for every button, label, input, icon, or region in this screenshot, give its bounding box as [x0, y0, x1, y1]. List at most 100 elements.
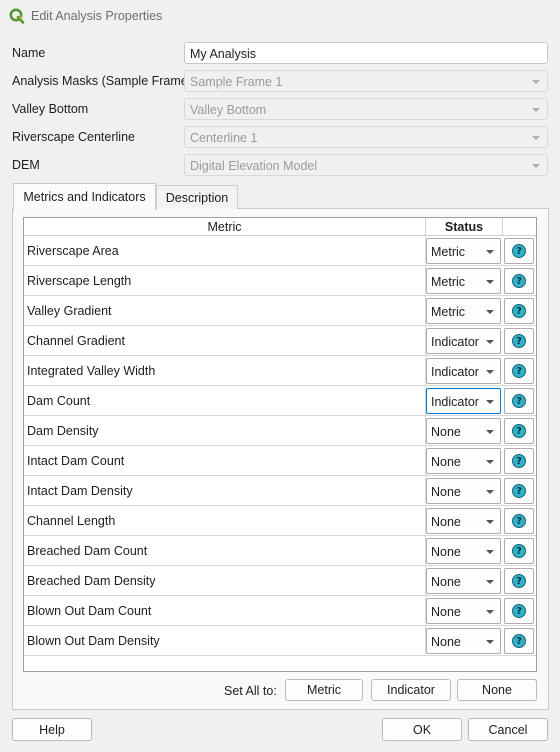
status-select[interactable]: None	[426, 628, 501, 654]
set-all-none-button[interactable]: None	[457, 679, 537, 701]
help-icon: ?	[512, 274, 526, 288]
metric-help-button[interactable]: ?	[504, 238, 534, 264]
metric-name: Channel Gradient	[27, 334, 125, 348]
metric-help-button[interactable]: ?	[504, 478, 534, 504]
status-select[interactable]: Metric	[426, 238, 501, 264]
status-select[interactable]: Indicator	[426, 328, 501, 354]
tab-description[interactable]: Description	[156, 185, 238, 209]
chevron-down-icon	[532, 108, 540, 112]
table-row: Blown Out Dam Count None?	[24, 596, 536, 626]
status-select-value: None	[431, 455, 461, 469]
help-icon: ?	[512, 604, 526, 618]
chevron-down-icon	[532, 80, 540, 84]
chevron-down-icon	[486, 460, 494, 464]
chevron-down-icon	[486, 520, 494, 524]
status-select[interactable]: Indicator	[426, 358, 501, 384]
table-row: Dam Count Indicator?	[24, 386, 536, 416]
metric-column-header[interactable]: Metric	[24, 218, 426, 236]
name-input[interactable]: My Analysis	[184, 42, 548, 64]
status-select-value: None	[431, 575, 461, 589]
metric-help-button[interactable]: ?	[504, 448, 534, 474]
help-icon: ?	[512, 394, 526, 408]
table-row: Integrated Valley Width Indicator?	[24, 356, 536, 386]
chevron-down-icon	[486, 280, 494, 284]
chevron-down-icon	[532, 164, 540, 168]
valley-bottom-combo[interactable]: Valley Bottom	[184, 98, 548, 120]
dem-label: DEM	[12, 158, 40, 172]
valley-bottom-label: Valley Bottom	[12, 102, 89, 116]
help-icon: ?	[512, 634, 526, 648]
set-all-indicator-button[interactable]: Indicator	[371, 679, 451, 701]
chevron-down-icon	[486, 430, 494, 434]
tab-metrics-label: Metrics and Indicators	[23, 190, 146, 204]
status-select[interactable]: Metric	[426, 298, 501, 324]
status-select[interactable]: None	[426, 538, 501, 564]
metrics-table[interactable]: Metric Status Riverscape Area Metric? Rive…	[23, 217, 537, 672]
chevron-down-icon	[486, 250, 494, 254]
status-select-value: Metric	[431, 305, 466, 319]
status-select[interactable]: None	[426, 448, 501, 474]
tab-metrics-and-indicators[interactable]: Metrics and Indicators	[13, 183, 156, 210]
analysis-masks-label: Analysis Masks (Sample Frame)	[12, 74, 192, 88]
status-select[interactable]: Indicator	[426, 388, 501, 414]
status-select[interactable]: None	[426, 418, 501, 444]
cancel-button-label: Cancel	[488, 722, 528, 737]
chevron-down-icon	[532, 136, 540, 140]
metric-name: Intact Dam Count	[27, 454, 125, 468]
dem-value: Digital Elevation Model	[190, 159, 318, 173]
status-select-value: None	[431, 605, 461, 619]
help-icon: ?	[512, 544, 526, 558]
qgis-logo-icon	[9, 8, 25, 24]
table-header: Metric Status	[24, 218, 536, 236]
riverscape-centerline-combo[interactable]: Centerline 1	[184, 126, 548, 148]
ok-button[interactable]: OK	[382, 718, 462, 741]
metric-help-button[interactable]: ?	[504, 598, 534, 624]
table-row: Valley Gradient Metric?	[24, 296, 536, 326]
metric-help-button[interactable]: ?	[504, 568, 534, 594]
cancel-button[interactable]: Cancel	[468, 718, 548, 741]
table-row: Intact Dam Count None?	[24, 446, 536, 476]
chevron-down-icon	[486, 610, 494, 614]
metric-help-button[interactable]: ?	[504, 628, 534, 654]
dem-combo[interactable]: Digital Elevation Model	[184, 154, 548, 176]
table-row: Riverscape Area Metric?	[24, 236, 536, 266]
metric-help-button[interactable]: ?	[504, 508, 534, 534]
metric-name: Intact Dam Density	[27, 484, 133, 498]
status-select[interactable]: None	[426, 508, 501, 534]
status-select[interactable]: None	[426, 598, 501, 624]
analysis-masks-value: Sample Frame 1	[190, 75, 283, 89]
metric-help-button[interactable]: ?	[504, 418, 534, 444]
metric-name: Channel Length	[27, 514, 116, 528]
valley-bottom-value: Valley Bottom	[190, 103, 267, 117]
set-all-none-label: None	[482, 683, 512, 697]
title-bar: Edit Analysis Properties	[0, 0, 560, 32]
riverscape-centerline-value: Centerline 1	[190, 131, 258, 145]
metric-help-button[interactable]: ?	[504, 298, 534, 324]
chevron-down-icon	[486, 640, 494, 644]
metric-help-button[interactable]: ?	[504, 268, 534, 294]
table-row: Riverscape Length Metric?	[24, 266, 536, 296]
help-icon: ?	[512, 574, 526, 588]
status-column-header[interactable]: Status	[426, 218, 503, 236]
help-button[interactable]: Help	[12, 718, 92, 741]
metric-help-button[interactable]: ?	[504, 388, 534, 414]
metric-name: Breached Dam Count	[27, 544, 148, 558]
metric-help-button[interactable]: ?	[504, 358, 534, 384]
help-icon: ?	[512, 484, 526, 498]
dialog-window: Edit Analysis Properties Name My Analysi…	[0, 0, 560, 752]
chevron-down-icon	[486, 370, 494, 374]
help-icon: ?	[512, 244, 526, 258]
status-select[interactable]: Metric	[426, 268, 501, 294]
metric-help-button[interactable]: ?	[504, 538, 534, 564]
status-select[interactable]: None	[426, 478, 501, 504]
table-row: Breached Dam Density None?	[24, 566, 536, 596]
set-all-metric-button[interactable]: Metric	[285, 679, 363, 701]
analysis-masks-combo[interactable]: Sample Frame 1	[184, 70, 548, 92]
status-select-value: None	[431, 485, 461, 499]
status-select[interactable]: None	[426, 568, 501, 594]
chevron-down-icon	[486, 580, 494, 584]
metric-help-button[interactable]: ?	[504, 328, 534, 354]
ok-button-label: OK	[412, 722, 432, 737]
set-all-metric-label: Metric	[306, 683, 342, 697]
help-icon: ?	[512, 454, 526, 468]
